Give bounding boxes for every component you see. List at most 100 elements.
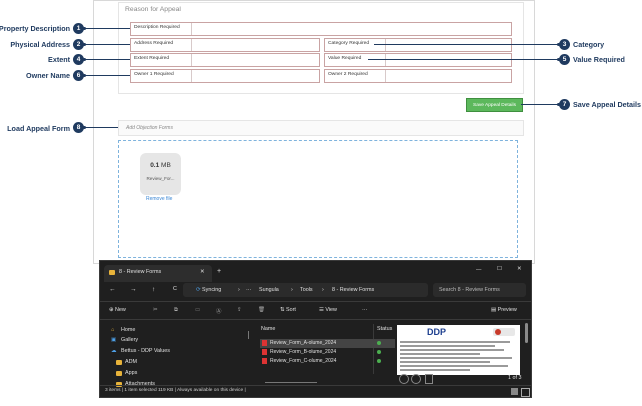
view-button[interactable]: ☰ View xyxy=(319,307,337,313)
preview-text-line xyxy=(400,353,480,355)
callout-label-extent: Extent xyxy=(48,55,70,64)
paste-icon[interactable]: ▭ xyxy=(195,307,200,313)
folder-icon xyxy=(109,270,115,275)
cloud-icon: ☁ xyxy=(111,348,117,354)
preview-text-line xyxy=(400,365,508,367)
sidebar-scrollbar[interactable] xyxy=(248,331,249,339)
folder-icon xyxy=(116,360,122,365)
upload-header: Add Objection Forms xyxy=(118,120,524,136)
new-tab-icon[interactable]: + xyxy=(217,268,221,275)
callout-leader-4 xyxy=(83,58,130,61)
owner2-field[interactable]: Owner 2 Required xyxy=(324,69,512,83)
page-icon[interactable] xyxy=(425,374,433,384)
description-field[interactable]: Description Required xyxy=(130,22,512,36)
breadcrumb-separator: › xyxy=(238,287,240,293)
sidebar-item-attachments[interactable]: Attachments xyxy=(125,381,155,387)
file-name[interactable]: Review_Form_C-olume_2024 xyxy=(270,358,336,364)
value-field[interactable]: Value Required xyxy=(324,53,512,67)
callout-label-owner-name: Owner Name xyxy=(26,71,70,80)
zoom-in-icon[interactable] xyxy=(411,374,421,384)
breadcrumb-item[interactable]: 8 - Review Forms xyxy=(332,287,374,293)
column-header-status[interactable]: Status xyxy=(377,326,392,332)
sidebar-item-gallery[interactable]: Gallery xyxy=(121,337,138,343)
owner2-label: Owner 2 Required xyxy=(328,72,368,77)
category-field[interactable]: Category Required xyxy=(324,38,512,52)
address-label: Address Required xyxy=(134,41,174,46)
sidebar-item-adm[interactable]: ADM xyxy=(125,359,137,365)
up-icon[interactable]: ↑ xyxy=(152,286,155,293)
field-divider xyxy=(385,54,386,66)
cut-icon[interactable]: ✂ xyxy=(153,307,158,313)
details-view-icon[interactable] xyxy=(511,388,518,395)
zoom-out-icon[interactable] xyxy=(399,374,409,384)
close-window-icon[interactable]: ✕ xyxy=(517,266,522,272)
sidebar-item-home[interactable]: Home xyxy=(121,327,135,333)
tab-title: 8 - Review Forms xyxy=(119,269,162,275)
save-appeal-details-button[interactable]: Save Appeal Details xyxy=(466,98,523,112)
upload-header-label: Add Objection Forms xyxy=(126,125,173,131)
plus-circle-icon: ⊕ xyxy=(109,307,114,313)
sort-button[interactable]: ⇅ Sort xyxy=(280,307,296,313)
file-size: 0.1 MB xyxy=(150,162,171,169)
rename-icon[interactable]: Ⓐ xyxy=(216,307,221,315)
remove-file-link[interactable]: Remove file xyxy=(146,196,172,202)
file-name[interactable]: Review_Form_B-olume_2024 xyxy=(270,349,336,355)
preview-icon: ▤ xyxy=(491,307,497,313)
refresh-icon[interactable]: C xyxy=(173,286,177,292)
extent-field[interactable]: Extent Required xyxy=(130,53,320,67)
callout-leader-5 xyxy=(368,58,560,61)
maximize-icon[interactable]: ☐ xyxy=(497,266,502,272)
callout-leader-1 xyxy=(83,27,130,30)
horizontal-scrollbar[interactable] xyxy=(265,382,317,383)
callout-label-physical-address: Physical Address xyxy=(10,40,70,49)
preview-text-line xyxy=(400,369,470,371)
field-divider xyxy=(191,70,192,82)
callout-leader-7 xyxy=(521,103,560,106)
callout-label-load-appeal-form: Load Appeal Form xyxy=(7,124,70,133)
divider xyxy=(100,301,531,302)
divider xyxy=(100,385,531,386)
breadcrumb-more[interactable]: ··· xyxy=(246,287,251,293)
callout-leader-3 xyxy=(374,43,560,46)
delete-icon[interactable]: 🗑 xyxy=(258,307,265,313)
value-label: Value Required xyxy=(328,56,362,61)
preview-pane-button[interactable]: ▤ Preview xyxy=(491,307,517,313)
address-field[interactable]: Address Required xyxy=(130,38,320,52)
sync-icon: ⟳ xyxy=(196,287,201,293)
field-divider xyxy=(191,23,192,35)
file-explorer-window: 8 - Review Forms ✕ + — ☐ ✕ ← → ↑ C ⟳ Syn… xyxy=(99,260,532,398)
preview-text-line xyxy=(400,341,510,343)
syncing-status: ⟳ Syncing xyxy=(196,287,222,293)
forward-icon[interactable]: → xyxy=(130,286,137,293)
back-icon[interactable]: ← xyxy=(109,286,116,293)
callout-badge-7: 7 xyxy=(559,99,570,110)
folder-icon xyxy=(116,371,122,376)
callout-label-value-required: Value Required xyxy=(573,55,625,64)
tiles-view-icon[interactable] xyxy=(521,388,530,397)
document-preview: DDP xyxy=(397,325,520,375)
view-icon: ☰ xyxy=(319,307,324,313)
tab-close-icon[interactable]: ✕ xyxy=(200,269,205,275)
new-button[interactable]: ⊕ New xyxy=(109,307,126,313)
field-divider xyxy=(191,39,192,51)
pdf-file-icon xyxy=(262,358,267,364)
category-label: Category Required xyxy=(328,41,370,46)
share-icon[interactable]: ⇪ xyxy=(237,307,242,313)
copy-icon[interactable]: ⧉ xyxy=(174,307,178,314)
column-header-name[interactable]: Name xyxy=(261,326,275,332)
preview-scrollbar[interactable] xyxy=(525,323,528,343)
owner1-field[interactable]: Owner 1 Required xyxy=(130,69,320,83)
more-options-button[interactable]: ··· xyxy=(362,307,367,313)
sync-status-icon xyxy=(377,350,381,354)
sync-status-icon xyxy=(377,341,381,345)
file-name[interactable]: Review_Form_A-olume_2024 xyxy=(270,340,336,346)
breadcrumb-item[interactable]: Sungula xyxy=(259,287,279,293)
callout-leader-2 xyxy=(83,43,130,46)
minimize-icon[interactable]: — xyxy=(476,267,481,273)
callout-badge-3: 3 xyxy=(559,39,570,50)
breadcrumb-item[interactable]: Tools xyxy=(300,287,313,293)
breadcrumb-separator: › xyxy=(291,287,293,293)
description-label: Description Required xyxy=(134,25,180,30)
sidebar-item-onedrive[interactable]: Bettus - DDP Values xyxy=(121,348,170,354)
sidebar-item-apps[interactable]: Apps xyxy=(125,370,137,376)
